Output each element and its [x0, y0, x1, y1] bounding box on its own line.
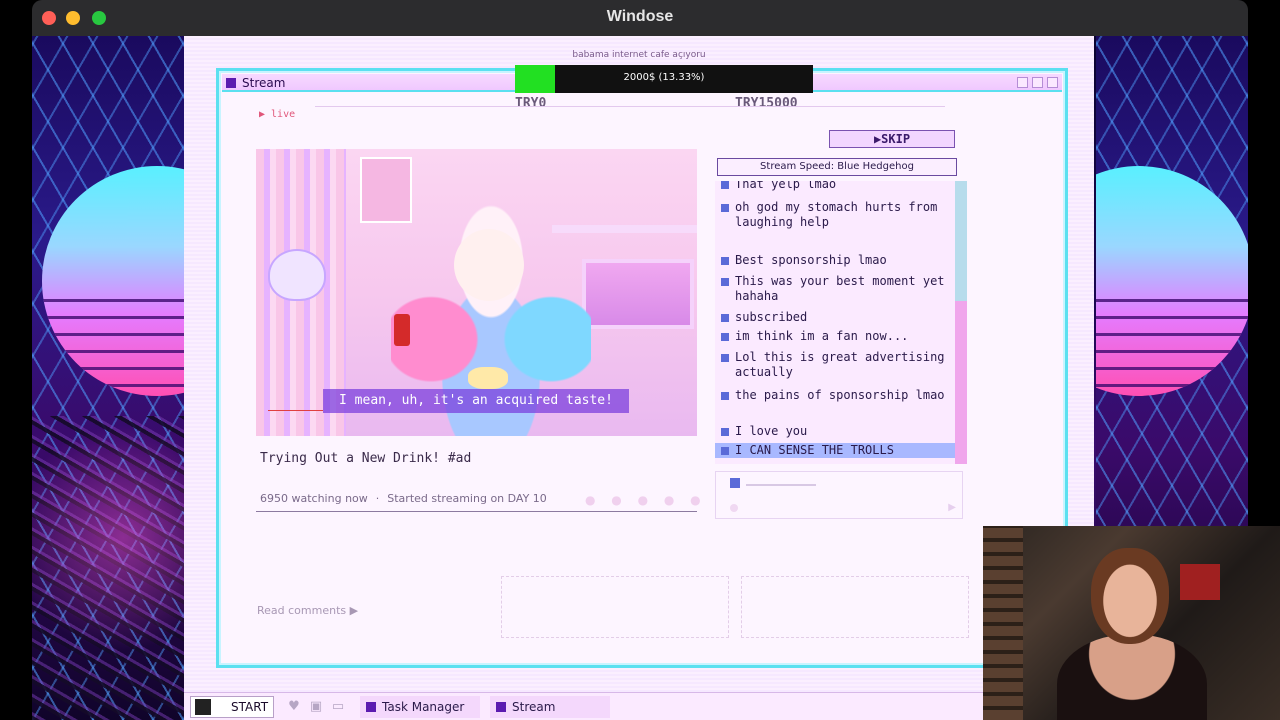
- monitor-icon[interactable]: ▭: [330, 699, 346, 715]
- pixel-cat-mascot: [268, 249, 326, 301]
- meta-separator: ·: [375, 492, 380, 505]
- video-scrubber-line: [268, 410, 323, 411]
- close-icon[interactable]: [1047, 77, 1058, 88]
- taskbar-task-manager[interactable]: Task Manager: [360, 696, 480, 718]
- progress-text: 2000$ (13.33%): [623, 72, 705, 83]
- minimize-icon[interactable]: [1017, 77, 1028, 88]
- stream-speed-button[interactable]: Stream Speed: Blue Hedgehog: [717, 158, 957, 176]
- chat-message: This was your best moment yet hahaha: [721, 274, 951, 304]
- skip-button[interactable]: ▶SKIP: [829, 130, 955, 148]
- live-indicator: ▶ live: [259, 109, 296, 120]
- chat-message: I love you: [721, 424, 951, 439]
- wall-frame: [1180, 564, 1220, 600]
- chat-bullet-icon: [721, 257, 729, 265]
- chat-bullet-icon: [721, 354, 729, 362]
- stream-window: Stream 2000$ (13.33%) TRY0 TRY15000 ▶ li…: [216, 65, 1068, 668]
- room-window: [582, 259, 694, 329]
- emoji-icon[interactable]: [730, 504, 738, 512]
- maximize-icon[interactable]: [1032, 77, 1043, 88]
- start-button[interactable]: START: [190, 696, 274, 718]
- bookshelf: [983, 526, 1023, 720]
- window-title: Windose: [606, 8, 674, 25]
- chat-bullet-icon: [721, 447, 729, 455]
- start-icon: [195, 699, 211, 715]
- chat-bullet-icon: [721, 392, 729, 400]
- mac-titlebar: Windose: [32, 0, 1248, 36]
- video-subtitle: I mean, uh, it's an acquired taste!: [323, 389, 629, 413]
- watching-count: 6950 watching now: [260, 492, 368, 505]
- stream-app-icon: [226, 78, 236, 88]
- streamer-person-head: [1091, 548, 1169, 644]
- chat-bullet-icon: [721, 181, 729, 189]
- chat-message: im think im a fan now...: [721, 329, 951, 344]
- chat-panel[interactable]: That yelp lmao oh god my stomach hurts f…: [715, 181, 967, 464]
- chat-bullet-icon: [721, 278, 729, 286]
- read-comments-link[interactable]: Read comments ▶: [257, 604, 358, 617]
- stream-meta: 6950 watching now · Started streaming on D…: [260, 492, 547, 505]
- stream-video[interactable]: I mean, uh, it's an acquired taste!: [256, 149, 697, 436]
- chat-input-area[interactable]: ▶: [715, 471, 963, 519]
- started-day: Started streaming on DAY 10: [387, 492, 547, 505]
- vaporwave-background-left: [32, 36, 184, 720]
- chat-icon[interactable]: ▣: [308, 699, 324, 715]
- chat-input-icon: [730, 478, 740, 488]
- taskbar: START ♥ ▣ ▭ Task Manager Stream: [184, 692, 1094, 720]
- send-icon[interactable]: ▶: [948, 502, 956, 513]
- chat-input-placeholder-line: [746, 484, 816, 486]
- chat-message: That yelp lmao: [721, 181, 951, 192]
- chat-bullet-icon: [721, 428, 729, 436]
- video-title: Trying Out a New Drink! #ad: [260, 451, 472, 466]
- streamer-face: [454, 229, 524, 301]
- windose-desktop: babama internet cafe açıyoru Stream 2000…: [184, 36, 1094, 720]
- empty-panel: [501, 576, 729, 638]
- drink-can: [394, 314, 410, 346]
- chat-scrollbar-thumb[interactable]: [955, 181, 967, 301]
- taskbar-stream[interactable]: Stream: [490, 696, 610, 718]
- chat-message: the pains of sponsorship lmao: [721, 388, 951, 403]
- chat-message: Best sponsorship lmao: [721, 253, 951, 268]
- twitter-icon[interactable]: ♥: [286, 699, 302, 715]
- divider: [256, 511, 697, 512]
- earnings-progress-bar: 2000$ (13.33%): [515, 65, 813, 93]
- chat-bullet-icon: [721, 314, 729, 322]
- stream-window-title: Stream: [242, 76, 286, 90]
- chat-bullet-icon: [721, 204, 729, 212]
- empty-panel: [741, 576, 969, 638]
- progress-min-label: TRY0: [515, 96, 547, 111]
- app-icon: [496, 702, 506, 712]
- cables-decoration: [32, 416, 184, 720]
- chat-bullet-icon: [721, 333, 729, 341]
- app-icon: [366, 702, 376, 712]
- streamer-bow: [468, 367, 508, 389]
- reaction-hearts-icon: ● ● ● ● ● ●: [585, 493, 733, 507]
- webcam-overlay: [983, 526, 1280, 720]
- streamer-person-body: [1057, 634, 1207, 720]
- chat-message: oh god my stomach hurts from laughing he…: [721, 200, 951, 230]
- divider: [315, 106, 945, 107]
- progress-max-label: TRY15000: [735, 96, 798, 111]
- chat-message-selected[interactable]: I CAN SENSE THE TROLLS: [715, 443, 955, 458]
- desktop-header: babama internet cafe açıyoru: [572, 50, 706, 60]
- chat-message: subscribed: [721, 310, 951, 325]
- chat-message: Lol this is great advertising actually: [721, 350, 951, 380]
